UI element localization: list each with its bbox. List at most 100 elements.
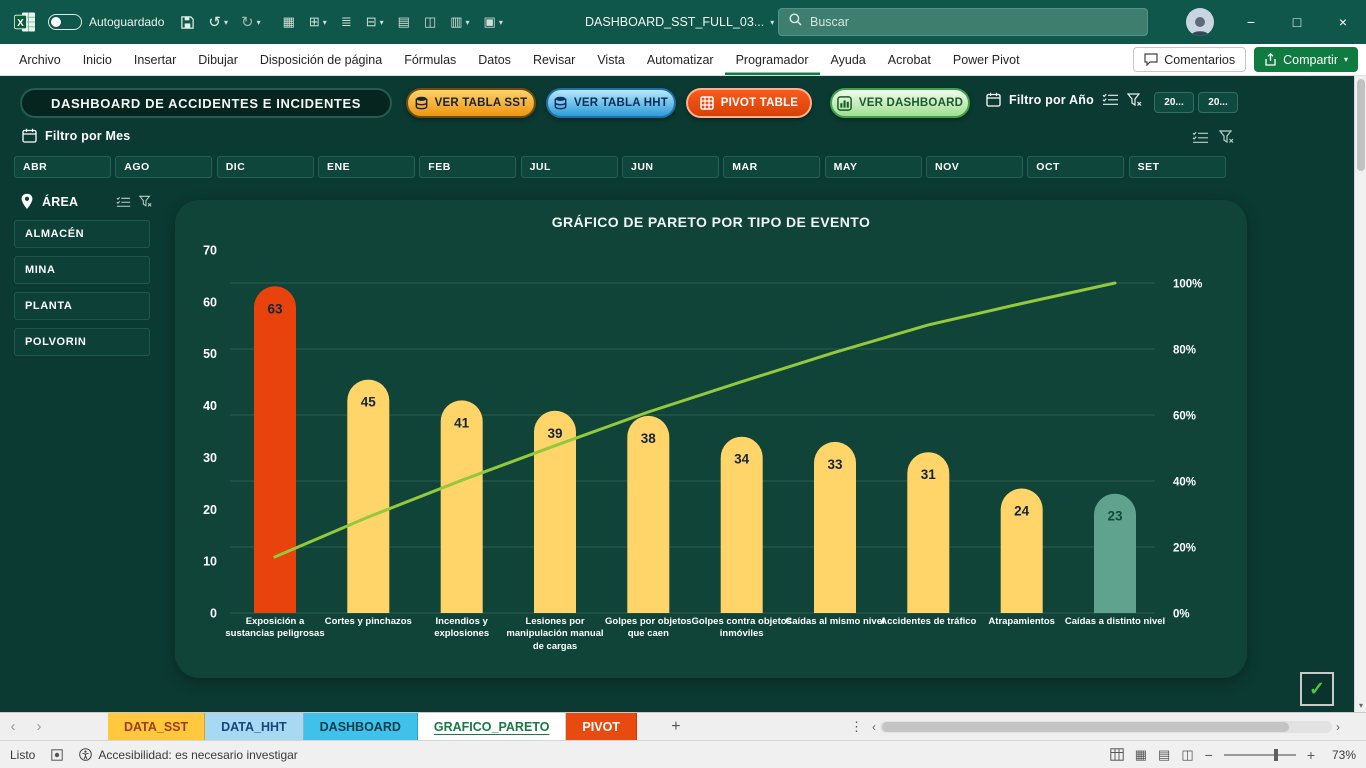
ver-tabla-sst-button[interactable]: VER TABLA SST [406, 88, 536, 118]
hscroll-track[interactable] [880, 721, 1332, 733]
category-label: Lesiones por manipulación manual de carg… [506, 616, 604, 652]
hscroll-left-icon[interactable]: ‹ [872, 720, 876, 734]
sheet-nav-right-icon[interactable]: › [26, 713, 52, 740]
menu-tab-automatizar[interactable]: Automatizar [636, 44, 725, 75]
svg-text:50: 50 [203, 347, 217, 361]
qat-icon-3[interactable]: ⊟ ▾ [360, 14, 390, 30]
year-button-1[interactable]: 20... [1198, 92, 1238, 113]
multiselect-icon[interactable] [1192, 130, 1209, 144]
qat-icon-6[interactable]: ▥ ▾ [444, 14, 475, 30]
qat-icon-2[interactable]: ≣ [335, 14, 358, 30]
sheet-tab-data-sst[interactable]: DATA_SST [108, 713, 206, 740]
multiselect-icon[interactable] [116, 196, 131, 208]
checkbox-cell[interactable]: ✓ [1300, 672, 1334, 706]
zoom-slider-thumb[interactable] [1273, 748, 1278, 761]
month-button-set[interactable]: SET [1128, 156, 1226, 178]
ver-dashboard-button[interactable]: VER DASHBOARD [830, 88, 970, 118]
zoom-slider[interactable] [1223, 748, 1296, 761]
month-button-jun[interactable]: JUN [622, 156, 719, 178]
menu-tab-vista[interactable]: Vista [586, 44, 636, 75]
menu-tab-archivo[interactable]: Archivo [8, 44, 72, 75]
area-button-almacen[interactable]: ALMACÉN [14, 220, 150, 248]
month-button-mar[interactable]: MAR [723, 156, 821, 178]
zoom-out-button[interactable]: − [1205, 747, 1213, 763]
menu-tab-acrobat[interactable]: Acrobat [877, 44, 942, 75]
sheet-tab-grafico-pareto[interactable]: GRAFICO_PARETO [417, 713, 567, 740]
comments-button[interactable]: Comentarios [1133, 47, 1247, 72]
pivot-table-button[interactable]: PIVOT TABLE [686, 88, 812, 118]
clear-filter-icon[interactable] [1126, 92, 1142, 107]
macro-record-icon[interactable] [51, 748, 64, 761]
sheet-menu-dots-icon[interactable]: ⋮ [850, 713, 863, 741]
area-button-mina[interactable]: MINA [14, 256, 150, 284]
sheet-tab-dashboard[interactable]: DASHBOARD [303, 713, 418, 740]
autosave-toggle[interactable] [48, 14, 82, 30]
menu-tab-ayuda[interactable]: Ayuda [820, 44, 877, 75]
minimize-button[interactable]: − [1228, 0, 1274, 44]
qat-icon-5[interactable]: ◫ [418, 14, 442, 30]
share-button[interactable]: Compartir ▾ [1254, 47, 1358, 72]
document-title[interactable]: DASHBOARD_SST_FULL_03... ▾ [585, 0, 774, 44]
worksheet-area: DASHBOARD DE ACCIDENTES E INCIDENTES VER… [0, 76, 1366, 712]
close-button[interactable]: × [1320, 0, 1366, 44]
multiselect-icon[interactable] [1102, 93, 1119, 106]
sheet-tab-pivot[interactable]: PIVOT [566, 713, 637, 740]
menu-tab-inicio[interactable]: Inicio [72, 44, 123, 75]
month-button-oct[interactable]: OCT [1027, 156, 1125, 178]
menu-tab-power-pivot[interactable]: Power Pivot [942, 44, 1031, 75]
redo-icon[interactable]: ↻ ▾ [241, 13, 261, 31]
menu-tab-disposicion-de-pagina[interactable]: Disposición de página [249, 44, 393, 75]
pareto-chart[interactable]: 0102030405060700%20%40%60%80%100%6345413… [175, 238, 1247, 619]
area-button-planta[interactable]: PLANTA [14, 292, 150, 320]
sheet-grid-icon[interactable] [1110, 748, 1124, 761]
month-button-jul[interactable]: JUL [520, 156, 618, 178]
area-button-polvorin[interactable]: POLVORIN [14, 328, 150, 356]
save-icon[interactable] [180, 15, 195, 30]
menu-tab-revisar[interactable]: Revisar [522, 44, 586, 75]
month-button-may[interactable]: MAY [824, 156, 922, 178]
add-sheet-button[interactable]: + [659, 713, 693, 740]
vertical-scrollbar-thumb[interactable] [1357, 79, 1365, 171]
view-page-break-icon[interactable]: ◫ [1181, 747, 1193, 763]
excel-app-icon[interactable]: X [14, 12, 36, 32]
chart-panel: GRÁFICO DE PARETO POR TIPO DE EVENTO 0 10… [175, 200, 1247, 678]
clear-filter-icon[interactable] [1219, 130, 1234, 144]
menu-tab-insertar[interactable]: Insertar [123, 44, 187, 75]
year-button-0[interactable]: 20... [1154, 92, 1194, 113]
search-box[interactable] [778, 8, 1148, 36]
month-button-dic[interactable]: DIC [216, 156, 314, 178]
qat-icon-1[interactable]: ⊞ ▾ [303, 14, 333, 30]
hscroll-thumb[interactable] [882, 722, 1289, 732]
qat-icon-7[interactable]: ▣ ▾ [478, 14, 509, 30]
undo-icon[interactable]: ↺ ▾ [208, 13, 228, 31]
scroll-down-icon[interactable]: ▾ [1355, 701, 1366, 710]
menu-tab-formulas[interactable]: Fórmulas [393, 44, 467, 75]
view-page-layout-icon[interactable]: ▤ [1158, 747, 1170, 763]
search-input[interactable] [810, 15, 1137, 29]
menu-tab-programador[interactable]: Programador [725, 44, 820, 75]
share-icon [1265, 53, 1276, 66]
zoom-in-button[interactable]: + [1307, 747, 1315, 763]
titlebar: X Autoguardado ↺ ▾ ↻ ▾ ▦ ⊞ ▾ ≣ ⊟ ▾ ▤ ◫ ▥ ▾ ▣ ▾ DASHBO… [0, 0, 1366, 44]
qat-icon-0[interactable]: ▦ [277, 14, 301, 30]
sheet-nav-left-icon[interactable]: ‹ [0, 713, 26, 740]
qat-icon-4[interactable]: ▤ [392, 14, 416, 30]
hscroll-right-icon[interactable]: › [1336, 720, 1340, 734]
sheet-tab-data-hht[interactable]: DATA_HHT [205, 713, 304, 740]
month-button-abr[interactable]: ABR [14, 156, 111, 178]
ver-tabla-hht-button[interactable]: VER TABLA HHT [546, 88, 676, 118]
menu-tab-dibujar[interactable]: Dibujar [187, 44, 249, 75]
avatar[interactable] [1186, 8, 1214, 36]
menu-tab-datos[interactable]: Datos [467, 44, 522, 75]
view-normal-icon[interactable]: ▦ [1135, 747, 1147, 763]
accessibility-status[interactable]: Accesibilidad: es necesario investigar [79, 748, 298, 762]
month-button-ago[interactable]: AGO [115, 156, 213, 178]
month-button-ene[interactable]: ENE [318, 156, 415, 178]
maximize-button[interactable]: □ [1274, 0, 1320, 44]
month-button-nov[interactable]: NOV [926, 156, 1023, 178]
zoom-percent[interactable]: 73% [1326, 748, 1356, 762]
vertical-scrollbar[interactable]: ▾ [1354, 76, 1366, 712]
clear-filter-icon[interactable] [139, 195, 152, 208]
month-button-feb[interactable]: FEB [419, 156, 517, 178]
horizontal-scrollbar[interactable]: ‹ › [872, 720, 1340, 734]
